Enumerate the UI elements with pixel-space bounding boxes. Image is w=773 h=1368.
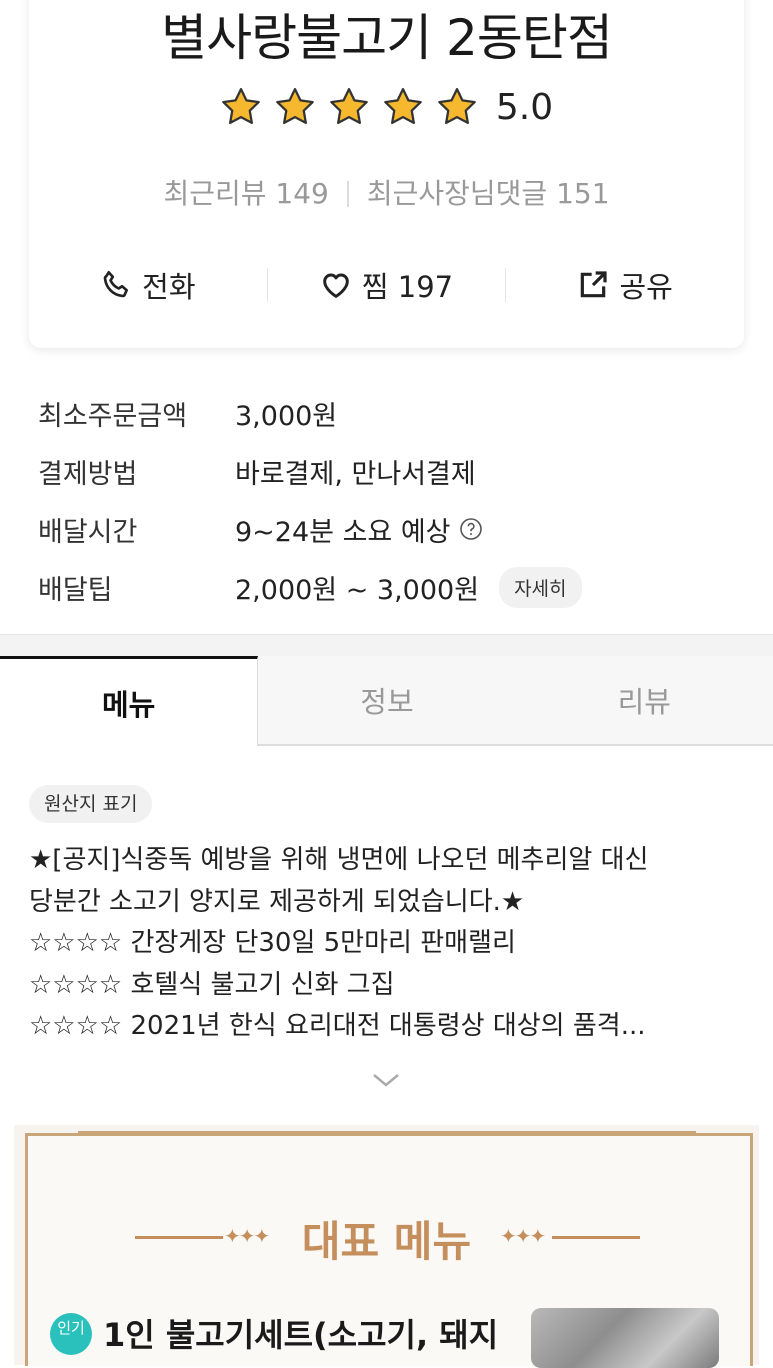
delivery-tip-detail-button[interactable]: 자세히 (499, 566, 582, 608)
share-button[interactable]: 공유 (506, 264, 744, 306)
popular-badge: 인기 (50, 1313, 92, 1355)
star-icon (276, 88, 314, 125)
info-row-payment: 결제방법 바로결제, 만나서결제 (38, 442, 738, 500)
chevron-down-icon[interactable] (370, 1068, 402, 1092)
store-card: 별사랑불고기 2동탄점 5.0 최근리뷰 149 최근사장님댓글 151 전화 찜… (29, 0, 744, 348)
tab-info[interactable]: 정보 (258, 656, 516, 746)
question-icon[interactable] (459, 517, 483, 541)
delivery-time-label: 배달시간 (38, 516, 138, 548)
delivery-tip-value: 2,000원 ~ 3,000원 (235, 574, 480, 606)
store-info: 최소주문금액 3,000원 결제방법 바로결제, 만나서결제 배달시간 9~24… (38, 384, 738, 616)
payment-value: 바로결제, 만나서결제 (235, 458, 476, 490)
info-row-delivery-tip: 배달팁 2,000원 ~ 3,000원 자세히 (38, 558, 738, 616)
section-divider (0, 634, 773, 657)
favorite-button[interactable]: 찜 197 (268, 264, 506, 306)
delivery-time-value: 9~24분 소요 예상 (235, 516, 451, 548)
payment-label: 결제방법 (38, 458, 138, 490)
divider (346, 181, 349, 207)
store-notice: ★[공지]식중독 예방을 위해 냉면에 나오던 메추리알 대신 당분간 소고기 … (29, 840, 744, 1048)
notice-line: ☆☆☆☆ 2021년 한식 요리대전 대통령상 대상의 품격... (29, 1011, 646, 1041)
notice-line: ★[공지]식중독 예방을 위해 냉면에 나오던 메추리알 대신 (29, 845, 649, 875)
call-button[interactable]: 전화 (29, 264, 267, 306)
tab-menu[interactable]: 메뉴 (0, 656, 259, 746)
star-icon (330, 88, 368, 125)
rating-score: 5.0 (495, 86, 554, 128)
heart-icon (323, 273, 349, 298)
ornament-line (552, 1236, 640, 1239)
min-order-value: 3,000원 (235, 400, 338, 432)
tab-bar: 메뉴 정보 리뷰 (0, 656, 773, 746)
ornament-diamonds: ✦✦✦ (500, 1224, 546, 1248)
min-order-label: 최소주문금액 (38, 400, 188, 432)
star-rating (220, 86, 478, 128)
delivery-tip-label: 배달팁 (38, 574, 113, 606)
rating-row: 5.0 (29, 82, 744, 132)
notice-line: 당분간 소고기 양지로 제공하게 되었습니다.★ (29, 886, 525, 917)
menu-item-name[interactable]: 1인 불고기세트(소고기, 돼지 (103, 1310, 498, 1356)
menu-item-image[interactable] (531, 1308, 719, 1368)
phone-icon (103, 271, 129, 298)
delivery-tip-group: 2,000원 ~ 3,000원 자세히 (235, 566, 582, 608)
delivery-time-group: 9~24분 소요 예상 (235, 510, 483, 549)
review-counts: 최근리뷰 149 최근사장님댓글 151 (29, 172, 744, 212)
info-row-delivery-time: 배달시간 9~24분 소요 예상 (38, 500, 738, 558)
origin-label-chip[interactable]: 원산지 표기 (29, 785, 153, 823)
action-bar: 전화 찜 197 공유 (29, 260, 744, 310)
tab-reviews[interactable]: 리뷰 (515, 656, 773, 746)
favorite-count: 197 (397, 270, 454, 304)
notice-line: ☆☆☆☆ 호텔식 불고기 신화 그집 (29, 969, 395, 1000)
star-icon (222, 88, 260, 125)
call-label: 전화 (142, 270, 196, 304)
store-name: 별사랑불고기 2동탄점 (161, 9, 613, 67)
featured-top-border (78, 1131, 696, 1135)
recent-reviews[interactable]: 최근리뷰 149 (163, 177, 328, 210)
notice-line: ☆☆☆☆ 간장게장 단30일 5만마리 판매랠리 (29, 928, 516, 958)
share-icon (581, 271, 608, 298)
featured-title: 대표 메뉴 (301, 1217, 472, 1266)
owner-replies[interactable]: 최근사장님댓글 151 (367, 177, 610, 210)
star-icon (438, 88, 476, 125)
favorite-label: 찜 (361, 270, 389, 304)
star-icon (384, 88, 422, 125)
info-row-min-order: 최소주문금액 3,000원 (38, 384, 738, 442)
share-label: 공유 (619, 270, 673, 304)
